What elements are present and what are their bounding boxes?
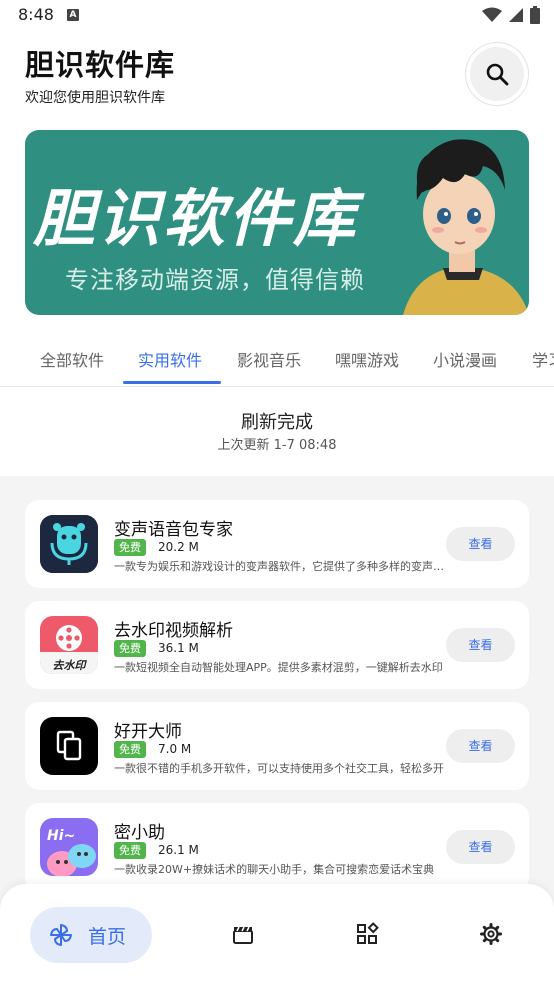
- tab-learning[interactable]: 学习: [532, 347, 554, 371]
- search-button-inner[interactable]: [470, 47, 524, 101]
- view-button[interactable]: 查看: [446, 527, 515, 561]
- search-button[interactable]: [465, 42, 529, 106]
- nav-home-label: 首页: [88, 925, 127, 948]
- chat-helper-icon: Hi~: [40, 818, 98, 876]
- view-button[interactable]: 查看: [446, 628, 515, 662]
- app-name: 好开大师: [114, 722, 182, 742]
- voice-changer-icon: [40, 515, 98, 573]
- view-button[interactable]: 查看: [446, 729, 515, 763]
- app-card[interactable]: 去水印 去水印视频解析 免费 36.1 M 一款短视频全自动智能处理APP。提供…: [25, 601, 529, 689]
- tab-novel-comics[interactable]: 小说漫画: [433, 347, 497, 371]
- tab-games[interactable]: 嘿嘿游戏: [335, 347, 399, 371]
- app-name: 密小助: [114, 823, 165, 843]
- app-description: 一款收录20W+撩妹话术的聊天小助手，集合可搜索恋爱话术宝典: [114, 863, 435, 876]
- app-card[interactable]: Hi~ 密小助 免费 26.1 M 一款收录20W+撩妹话术的聊天小助手，集合可…: [25, 803, 529, 891]
- banner-slogan: 专注移动端资源，值得信赖: [65, 266, 365, 294]
- app-size: 7.0 M: [158, 742, 192, 756]
- promo-banner[interactable]: 胆识软件库 专注移动端资源，值得信赖: [25, 130, 529, 315]
- search-icon: [486, 63, 509, 86]
- page-title: 胆识软件库: [25, 48, 176, 82]
- status-bar: 8:48 A: [0, 0, 554, 32]
- signal-icon: [509, 8, 523, 22]
- app-card[interactable]: 变声语音包专家 免费 20.2 M 一款专为娱乐和游戏设计的变声器软件，它提供了…: [25, 500, 529, 588]
- app-description: 一款专为娱乐和游戏设计的变声器软件，它提供了多种多样的变声效果: [114, 560, 444, 573]
- tab-indicator: [123, 381, 221, 384]
- watermark-remover-icon: 去水印: [40, 616, 98, 674]
- app-size: 36.1 M: [158, 641, 199, 655]
- refresh-header: 刷新完成 上次更新 1-7 08:48: [0, 388, 554, 476]
- app-name: 去水印视频解析: [114, 621, 233, 641]
- free-badge: 免费: [114, 539, 146, 556]
- app-name: 变声语音包专家: [114, 520, 233, 540]
- wifi-icon: [482, 7, 502, 22]
- status-icons: [482, 6, 540, 24]
- svg-text:Hi~: Hi~: [47, 828, 75, 844]
- tab-utility-software[interactable]: 实用软件: [138, 347, 202, 371]
- keyboard-indicator-icon: A: [67, 9, 79, 21]
- app-card[interactable]: 好开大师 免费 7.0 M 一款很不错的手机多开软件，可以支持使用多个社交工具，…: [25, 702, 529, 790]
- apps-grid-icon[interactable]: [355, 922, 379, 946]
- video-clapper-icon[interactable]: [231, 922, 255, 946]
- free-badge: 免费: [114, 842, 146, 859]
- pinwheel-icon: [50, 924, 72, 946]
- bottom-nav: 首页: [0, 884, 554, 984]
- free-badge: 免费: [114, 741, 146, 758]
- tab-all-software[interactable]: 全部软件: [40, 347, 104, 371]
- app-size: 26.1 M: [158, 843, 199, 857]
- view-button[interactable]: 查看: [446, 830, 515, 864]
- status-time: 8:48: [18, 5, 54, 24]
- svg-text:去水印: 去水印: [53, 659, 88, 672]
- category-tabs: 全部软件 实用软件 影视音乐 嘿嘿游戏 小说漫画 学习: [0, 335, 554, 387]
- settings-gear-icon[interactable]: [479, 922, 503, 946]
- free-badge: 免费: [114, 640, 146, 657]
- app-description: 一款短视频全自动智能处理APP。提供多素材混剪，一键解析去水印: [114, 661, 443, 674]
- nav-home[interactable]: 首页: [30, 907, 152, 963]
- battery-icon: [530, 6, 540, 24]
- refresh-title: 刷新完成: [241, 412, 313, 433]
- app-size: 20.2 M: [158, 540, 199, 554]
- page-subtitle: 欢迎您使用胆识软件库: [25, 90, 165, 106]
- tab-video-music[interactable]: 影视音乐: [237, 347, 301, 371]
- app-description: 一款很不错的手机多开软件，可以支持使用多个社交工具，轻松多开: [114, 762, 444, 775]
- refresh-timestamp: 上次更新 1-7 08:48: [217, 438, 337, 453]
- multi-open-icon: [40, 717, 98, 775]
- banner-title: 胆识软件库: [33, 182, 359, 255]
- boy-illustration: [403, 139, 529, 315]
